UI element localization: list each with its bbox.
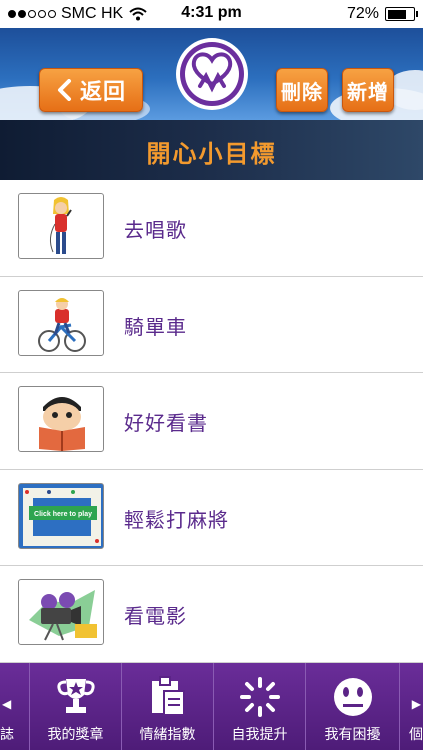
singing-girl-icon <box>18 193 104 259</box>
battery-percent: 72% <box>346 5 379 22</box>
app-header: 返回 刪除 新增 <box>0 28 423 120</box>
chevron-left-icon <box>57 79 71 101</box>
clipboard-icon <box>151 676 185 716</box>
nav-item-emotion-index[interactable]: 情緒指數 <box>122 663 214 750</box>
page-title: 開心小目標 <box>146 140 277 168</box>
back-button[interactable]: 返回 <box>39 68 143 112</box>
nav-label: 情緒指數 <box>139 727 196 743</box>
goal-label: 看電影 <box>124 604 187 628</box>
battery-icon <box>385 7 418 21</box>
delete-button[interactable]: 刪除 <box>276 68 328 112</box>
status-bar: SMC HK 4:31 pm 72% <box>0 0 423 28</box>
reading-boy-icon <box>18 386 104 452</box>
nav-label: 我有困擾 <box>324 727 381 743</box>
add-button[interactable]: 新增 <box>342 68 394 112</box>
status-right: 72% <box>346 5 418 23</box>
back-label: 返回 <box>79 80 126 105</box>
nav-item-partial-left[interactable]: ◀ 誌 <box>0 663 30 750</box>
heart-people-logo <box>176 38 248 110</box>
movie-camera-icon <box>18 579 104 645</box>
trophy-icon <box>56 679 95 713</box>
loading-spinner-icon <box>239 677 280 717</box>
title-band: 開心小目標 <box>0 120 423 180</box>
nav-label: 自我提升 <box>231 727 288 743</box>
mahjong-game-icon: Click here to play <box>18 482 104 549</box>
list-item[interactable]: 好好看書 <box>0 373 423 470</box>
goal-label: 騎單車 <box>124 314 187 339</box>
nav-item-partial-right[interactable]: ▶ 個 <box>400 663 423 750</box>
list-item[interactable]: 去唱歌 <box>0 180 423 277</box>
nav-item-my-medals[interactable]: 我的獎章 <box>30 663 122 750</box>
list-item[interactable]: 騎單車 <box>0 276 423 373</box>
nav-label: 我的獎章 <box>47 727 104 743</box>
goal-label: 輕鬆打麻將 <box>124 507 229 532</box>
nav-label: 個 <box>409 727 423 743</box>
click-to-play-text: Click here to play <box>34 511 92 518</box>
list-item[interactable]: Click here to play 輕鬆打麻將 <box>0 469 423 566</box>
bottom-nav: ◀ 誌 我的獎章 情緒指數 自我提升 我有困擾 ▶ 個 <box>0 663 423 750</box>
cycling-boy-icon <box>18 289 104 356</box>
nav-item-self-improvement[interactable]: 自我提升 <box>214 663 306 750</box>
scroll-right-arrow-icon[interactable]: ▶ <box>412 697 421 711</box>
nav-label: 誌 <box>0 727 14 743</box>
goal-label: 去唱歌 <box>124 218 187 242</box>
goal-label: 好好看書 <box>124 411 208 435</box>
list-item[interactable]: 看電影 <box>0 566 423 663</box>
scroll-left-arrow-icon[interactable]: ◀ <box>2 697 11 711</box>
neutral-face-icon <box>333 678 372 716</box>
nav-item-troubles[interactable]: 我有困擾 <box>306 663 400 750</box>
goal-list: 去唱歌 騎單車 好好看書 Click here to play 輕鬆打麻將 看電… <box>0 180 423 663</box>
